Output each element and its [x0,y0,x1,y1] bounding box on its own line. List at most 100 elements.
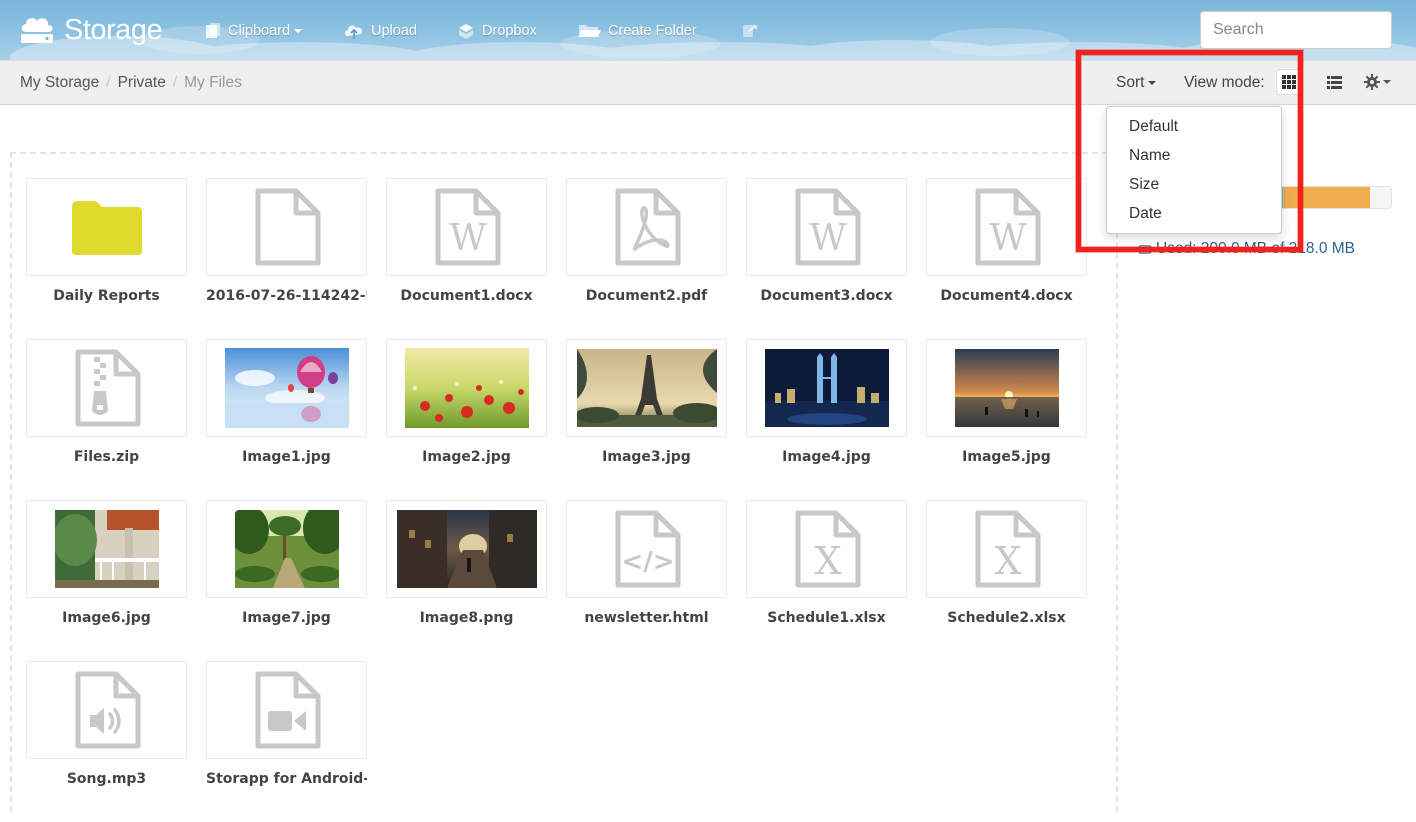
sort-option-default[interactable]: Default [1107,112,1281,141]
file-name[interactable]: Document3.docx [746,282,907,310]
share-button[interactable] [740,19,766,43]
file-name[interactable]: Image5.jpg [926,443,1087,471]
file-tile[interactable]: Storapp for Android- U [206,661,368,822]
sort-option-name[interactable]: Name [1107,141,1281,170]
file-thumbnail[interactable]: W [386,178,547,276]
file-thumbnail[interactable] [566,178,727,276]
file-tile[interactable]: 2016-07-26-114242-backup [206,178,368,339]
clipboard-dropdown-button[interactable]: Clipboard [204,19,303,43]
sort-option-size[interactable]: Size [1107,170,1281,199]
file-name[interactable]: Image3.jpg [566,443,727,471]
file-tile[interactable]: Image8.png [386,500,548,661]
file-tile[interactable]: X Schedule1.xlsx [746,500,908,661]
brand-logo[interactable]: Storage [18,10,163,50]
hdd-icon [1138,245,1152,254]
file-thumbnail[interactable] [206,178,367,276]
file-tile[interactable]: Image2.jpg [386,339,548,500]
file-thumbnail[interactable]: </> [566,500,727,598]
dropbox-button[interactable]: Dropbox [456,19,537,43]
file-tile[interactable]: Image7.jpg [206,500,368,661]
file-name[interactable]: Document2.pdf [566,282,727,310]
file-name[interactable]: Image1.jpg [206,443,367,471]
storage-usage-text[interactable]: Used: 200.0 MB of 218.0 MB [1138,240,1355,258]
file-tile[interactable]: </> newsletter.html [566,500,728,661]
file-tile[interactable]: Image4.jpg [746,339,908,500]
file-name[interactable]: Image4.jpg [746,443,907,471]
image-thumbnail[interactable] [746,339,907,437]
image-thumbnail[interactable] [206,339,367,437]
breadcrumb-separator: / [106,74,111,91]
top-navbar: Storage Clipboard Upload Dropbox Create … [0,0,1416,60]
search-input[interactable] [1200,11,1392,49]
clipboard-icon [206,23,220,38]
file-thumbnail[interactable]: W [926,178,1087,276]
eiffel-photo [576,349,717,427]
list-view-button[interactable] [1321,69,1347,95]
grid-view-button[interactable] [1276,69,1302,95]
brand-name: Storage [64,13,163,46]
excel-file-icon: X [792,510,862,588]
file-thumbnail[interactable] [26,178,187,276]
file-thumbnail[interactable] [26,661,187,759]
breadcrumb: My Storage / Private / My Files [20,74,242,92]
file-tile[interactable]: Image5.jpg [926,339,1088,500]
audio-file-icon [72,671,142,749]
file-tile[interactable]: Image6.jpg [26,500,188,661]
word-file-icon: W [972,188,1042,266]
file-thumbnail[interactable] [206,661,367,759]
file-name[interactable]: Document4.docx [926,282,1087,310]
create-folder-button[interactable]: Create Folder [578,19,697,43]
word-file-icon: W [432,188,502,266]
chevron-down-icon [1148,81,1157,85]
file-tile[interactable]: X Schedule2.xlsx [926,500,1088,661]
file-name[interactable]: Files.zip [26,443,187,471]
file-tile[interactable]: Daily Reports [26,178,188,339]
svg-text:W: W [449,218,486,259]
file-tile[interactable]: W Document4.docx [926,178,1088,339]
file-thumbnail[interactable]: X [746,500,907,598]
file-name[interactable]: Image6.jpg [26,604,187,632]
svg-text:</>: </> [621,547,674,577]
svg-text:X: X [994,539,1021,583]
file-thumbnail[interactable]: X [926,500,1087,598]
file-tile[interactable]: Document2.pdf [566,178,728,339]
file-name[interactable]: Document1.docx [386,282,547,310]
file-tile[interactable]: W Document1.docx [386,178,548,339]
clipboard-label: Clipboard [228,23,291,39]
file-name[interactable]: Schedule2.xlsx [926,604,1087,632]
file-name[interactable]: 2016-07-26-114242-backup [206,282,367,310]
cloud-drive-icon [21,18,53,43]
file-thumbnail[interactable] [26,339,187,437]
view-mode-label: View mode: [1184,74,1265,91]
image-thumbnail[interactable] [386,339,547,437]
breadcrumb-private[interactable]: Private [118,74,166,92]
file-tile[interactable]: Song.mp3 [26,661,188,822]
share-icon [743,25,757,37]
sort-option-date[interactable]: Date [1107,199,1281,228]
breadcrumb-my-storage[interactable]: My Storage [20,74,99,92]
file-tile[interactable]: Image1.jpg [206,339,368,500]
file-name[interactable]: Image7.jpg [206,604,367,632]
file-thumbnail[interactable]: W [746,178,907,276]
file-name[interactable]: newsletter.html [566,604,727,632]
file-name[interactable]: Song.mp3 [26,765,187,793]
upload-label: Upload [371,23,417,39]
file-name[interactable]: Daily Reports [26,282,187,310]
image-thumbnail[interactable] [26,500,187,598]
file-tile[interactable]: W Document3.docx [746,178,908,339]
image-thumbnail[interactable] [566,339,727,437]
image-thumbnail[interactable] [206,500,367,598]
file-name[interactable]: Image2.jpg [386,443,547,471]
file-tile[interactable]: Image3.jpg [566,339,728,500]
flowers-photo [404,348,529,428]
settings-dropdown-button[interactable] [1364,69,1391,95]
file-name[interactable]: Storapp for Android- U [206,765,367,793]
file-tile[interactable]: Files.zip [26,339,188,500]
file-name[interactable]: Schedule1.xlsx [746,604,907,632]
image-thumbnail[interactable] [926,339,1087,437]
image-thumbnail[interactable] [386,500,547,598]
file-name[interactable]: Image8.png [386,604,547,632]
breadcrumb-bar: My Storage / Private / My Files Sort Vie… [0,60,1416,105]
sort-dropdown-button[interactable]: Sort [1116,74,1157,92]
upload-button[interactable]: Upload [343,19,417,43]
